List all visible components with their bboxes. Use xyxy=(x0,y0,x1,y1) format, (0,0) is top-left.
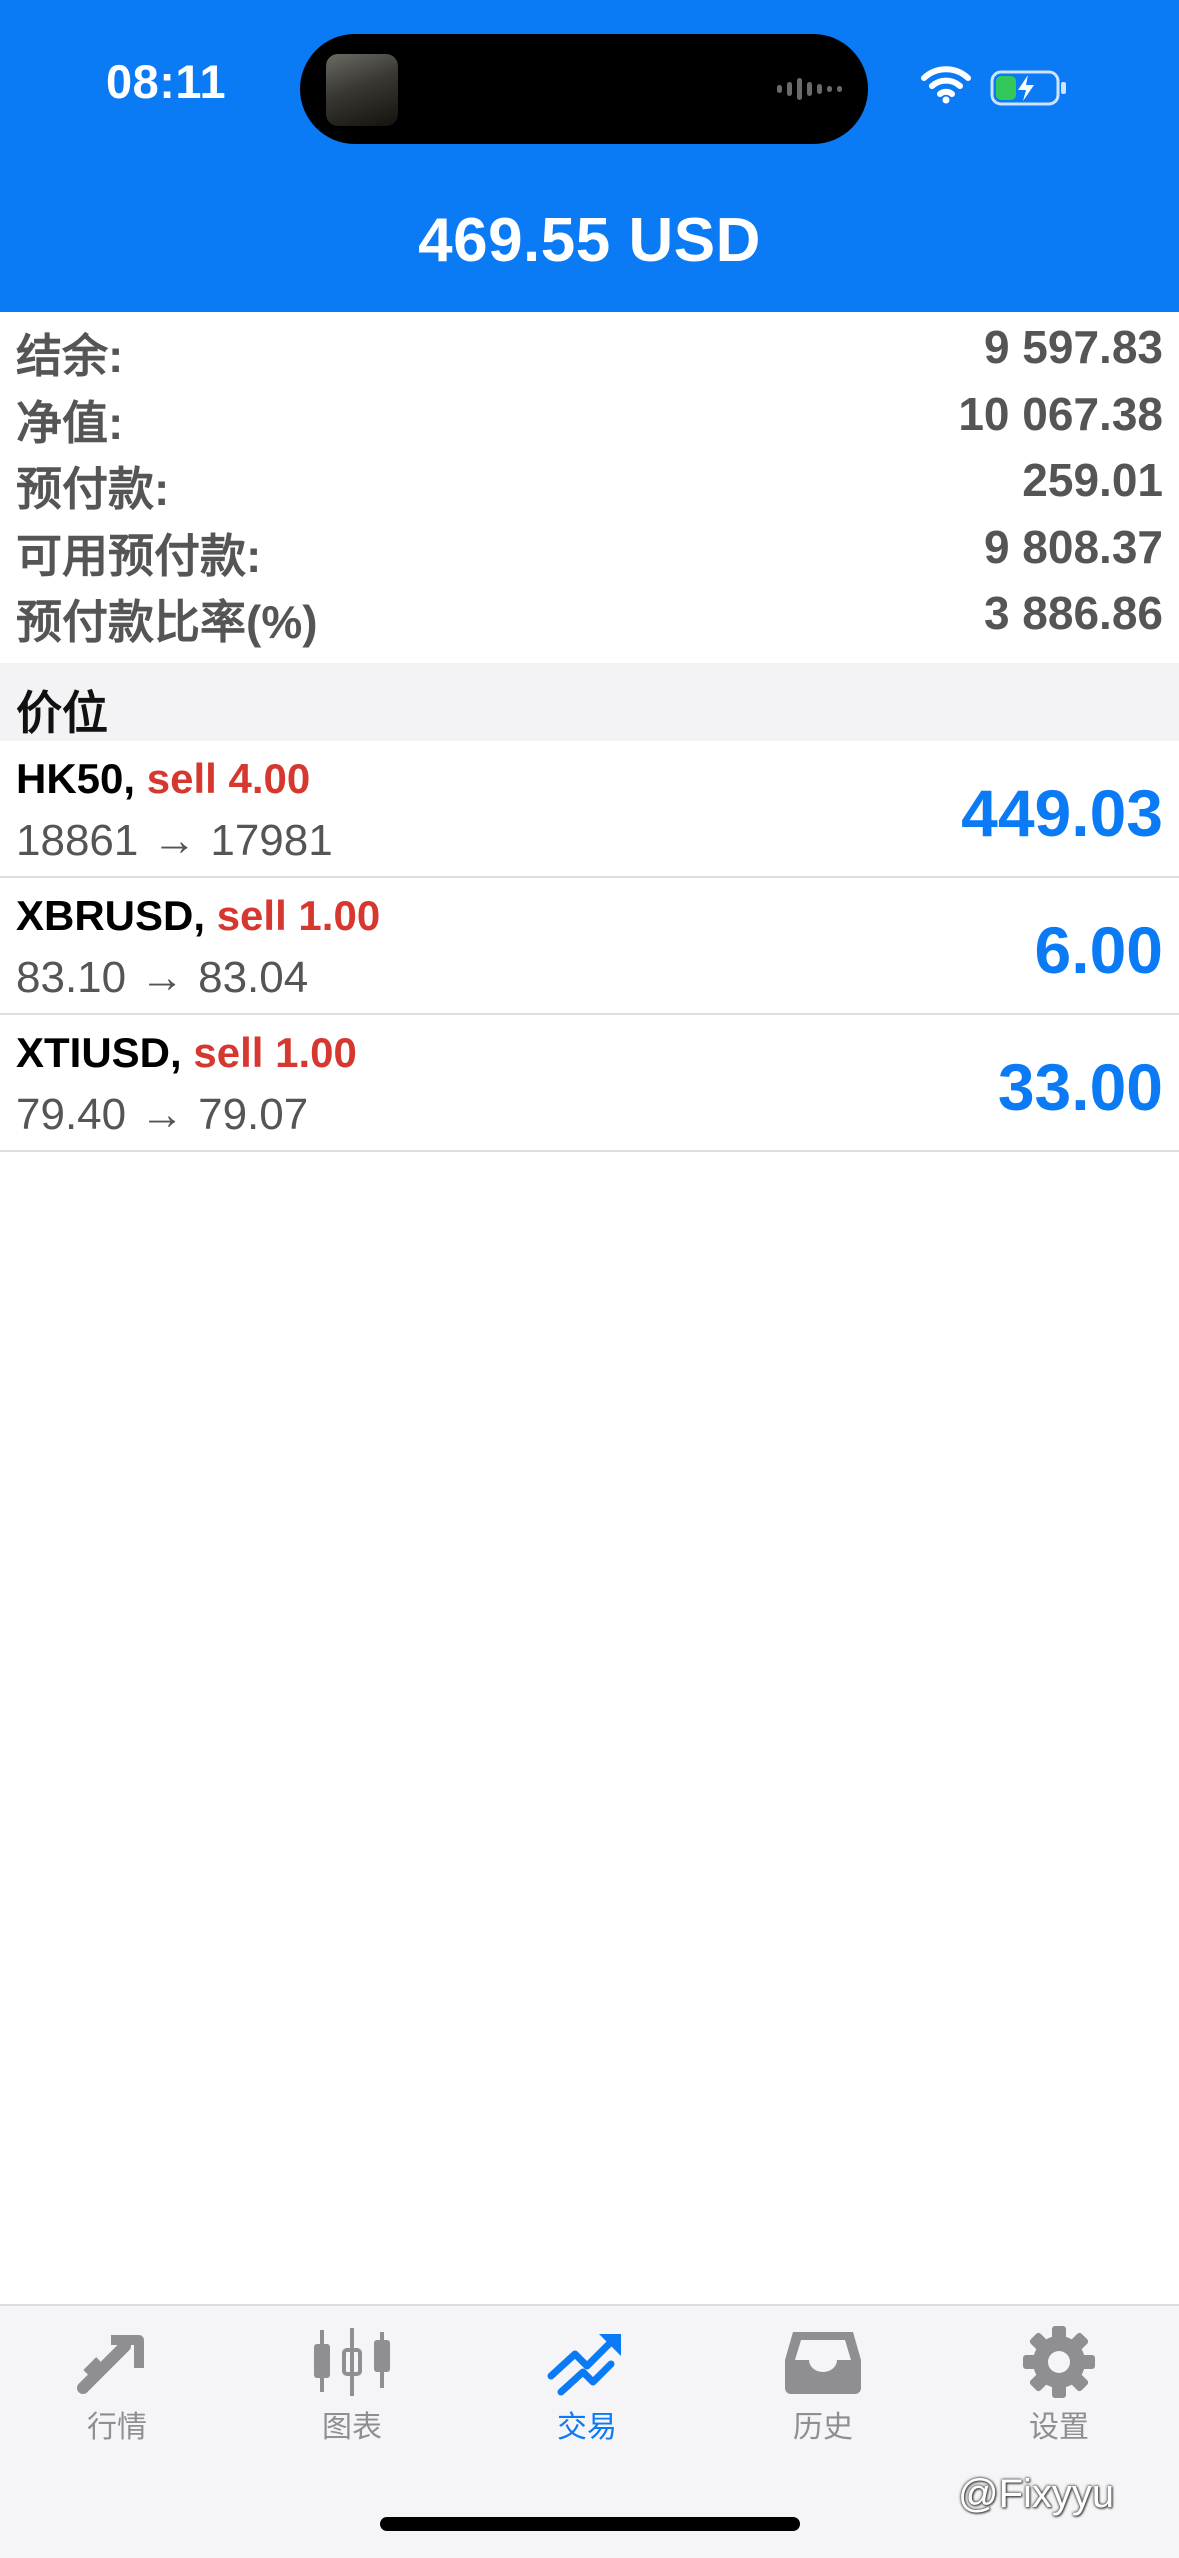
arrow-right-icon: → xyxy=(140,1090,185,1139)
summary-value: 9 808.37 xyxy=(983,520,1163,573)
dynamic-island xyxy=(300,34,868,144)
history-tray-icon xyxy=(785,2332,861,2394)
header-bar: 08:11 469.55 USD xyxy=(0,0,1179,312)
position-row-hk50[interactable]: HK50, sell 4.00 18861 → 17981 449.03 xyxy=(0,741,1179,878)
position-symbol: HK50, xyxy=(16,755,136,802)
tab-history[interactable]: 历史 xyxy=(748,2326,898,2446)
position-side: sell 1.00 xyxy=(193,1029,357,1076)
summary-row-free-margin: 可用预付款: 9 808.37 xyxy=(0,512,1179,582)
position-title: XTIUSD, sell 1.00 xyxy=(16,1029,357,1077)
summary-label: 预付款比率(%) xyxy=(16,596,318,648)
position-prices: 83.10 → 83.04 xyxy=(16,953,308,1003)
summary-value: 259.01 xyxy=(1022,454,1163,506)
position-profit: 33.00 xyxy=(997,1050,1163,1124)
summary-label: 净值: xyxy=(16,396,124,449)
position-title: XBRUSD, sell 1.00 xyxy=(16,892,380,940)
page-title: 469.55 USD xyxy=(418,206,761,275)
open-price: 18861 xyxy=(16,816,139,865)
tab-quotes[interactable]: 行情 xyxy=(42,2326,192,2446)
positions-list: HK50, sell 4.00 18861 → 17981 449.03 XBRUS… xyxy=(0,741,1179,1152)
battery-charging-icon xyxy=(990,70,1066,106)
summary-row-balance: 结余: 9 597.83 xyxy=(0,312,1179,382)
summary-value: 10 067.38 xyxy=(958,387,1163,440)
summary-value: 9 597.83 xyxy=(983,321,1163,373)
position-symbol: XTIUSD, xyxy=(16,1029,182,1076)
open-price: 79.40 xyxy=(16,1090,127,1139)
status-time: 08:11 xyxy=(106,55,227,108)
position-side: sell 1.00 xyxy=(216,892,381,939)
summary-row-margin: 预付款: 259.01 xyxy=(0,445,1179,515)
arrow-right-icon: → xyxy=(152,816,197,865)
position-side: sell 4.00 xyxy=(146,755,311,802)
summary-row-margin-level: 预付款比率(%) 3 886.86 xyxy=(0,578,1179,648)
wifi-icon xyxy=(921,66,971,104)
watermark: @Fixyyu xyxy=(958,2472,1115,2516)
summary-value: 3 886.86 xyxy=(983,587,1163,639)
position-prices: 18861 → 17981 xyxy=(16,816,333,866)
trade-trend-icon xyxy=(547,2334,621,2396)
candlestick-chart-icon xyxy=(314,2328,390,2396)
tab-label: 行情 xyxy=(87,2411,147,2444)
gear-icon xyxy=(1023,2326,1095,2398)
positions-section-header: 价位 xyxy=(0,663,1179,741)
home-indicator[interactable] xyxy=(380,2517,800,2531)
camera-avatar xyxy=(326,54,398,126)
audio-wave-icon xyxy=(777,78,842,100)
tab-label: 历史 xyxy=(793,2411,853,2444)
summary-label: 结余: xyxy=(16,330,124,382)
account-summary: 结余: 9 597.83 净值: 10 067.38 预付款: 259.01 可… xyxy=(0,312,1179,648)
position-symbol: XBRUSD, xyxy=(16,892,206,939)
current-price: 17981 xyxy=(210,816,333,865)
position-row-xbrusd[interactable]: XBRUSD, sell 1.00 83.10 → 83.04 6.00 xyxy=(0,878,1179,1015)
position-title: HK50, sell 4.00 xyxy=(16,755,310,803)
tab-label: 交易 xyxy=(557,2411,617,2444)
current-price: 83.04 xyxy=(198,953,309,1002)
position-prices: 79.40 → 79.07 xyxy=(16,1090,308,1140)
tab-trade[interactable]: 交易 xyxy=(512,2326,662,2446)
tab-label: 设置 xyxy=(1029,2411,1089,2444)
tab-charts[interactable]: 图表 xyxy=(277,2326,427,2446)
position-profit: 449.03 xyxy=(961,776,1163,850)
position-row-xtiusd[interactable]: XTIUSD, sell 1.00 79.40 → 79.07 33.00 xyxy=(0,1015,1179,1152)
tab-label: 图表 xyxy=(322,2411,382,2444)
summary-label: 预付款: xyxy=(16,463,170,515)
section-title: 价位 xyxy=(16,687,108,739)
summary-row-equity: 净值: 10 067.38 xyxy=(0,379,1179,449)
arrow-right-icon: → xyxy=(140,953,185,1002)
tab-settings[interactable]: 设置 xyxy=(984,2326,1134,2446)
current-price: 79.07 xyxy=(198,1090,309,1139)
position-profit: 6.00 xyxy=(1034,913,1163,987)
open-price: 83.10 xyxy=(16,953,127,1002)
quotes-arrows-icon xyxy=(77,2335,144,2394)
summary-label: 可用预付款: xyxy=(16,529,262,582)
